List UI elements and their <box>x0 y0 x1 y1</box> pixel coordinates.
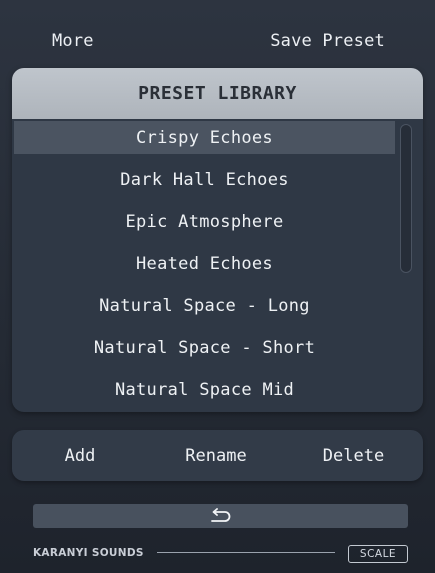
more-button[interactable]: More <box>52 31 94 51</box>
preset-library-panel: PRESET LIBRARY Crispy Echoes Dark Hall E… <box>12 68 423 412</box>
preset-library-title: PRESET LIBRARY <box>12 68 423 119</box>
save-preset-button[interactable]: Save Preset <box>270 31 385 51</box>
undo-button[interactable] <box>33 504 408 528</box>
preset-item[interactable]: Natural Space - Long <box>14 289 395 322</box>
add-button[interactable]: Add <box>12 430 148 481</box>
preset-list-scrollbar[interactable] <box>400 124 412 273</box>
preset-list[interactable]: Crispy Echoes Dark Hall Echoes Epic Atmo… <box>12 119 423 412</box>
scale-button[interactable]: SCALE <box>348 545 408 563</box>
top-bar: More Save Preset <box>0 0 435 66</box>
preset-item[interactable]: Dark Hall Echoes <box>14 163 395 196</box>
preset-item-selected[interactable]: Crispy Echoes <box>14 121 395 154</box>
undo-arrow-icon <box>208 508 234 524</box>
preset-item[interactable]: Natural Space - Short <box>14 331 395 364</box>
footer-divider <box>157 552 335 553</box>
preset-action-bar: Add Rename Delete <box>12 430 423 481</box>
delete-button[interactable]: Delete <box>284 430 423 481</box>
footer: KARANYI SOUNDS SCALE <box>33 544 408 564</box>
preset-item[interactable]: Epic Atmosphere <box>14 205 395 238</box>
preset-item[interactable]: Natural Space Mid <box>14 373 395 406</box>
brand-logo-text: KARANYI SOUNDS <box>33 547 144 559</box>
preset-item[interactable]: Heated Echoes <box>14 247 395 280</box>
rename-button[interactable]: Rename <box>148 430 284 481</box>
